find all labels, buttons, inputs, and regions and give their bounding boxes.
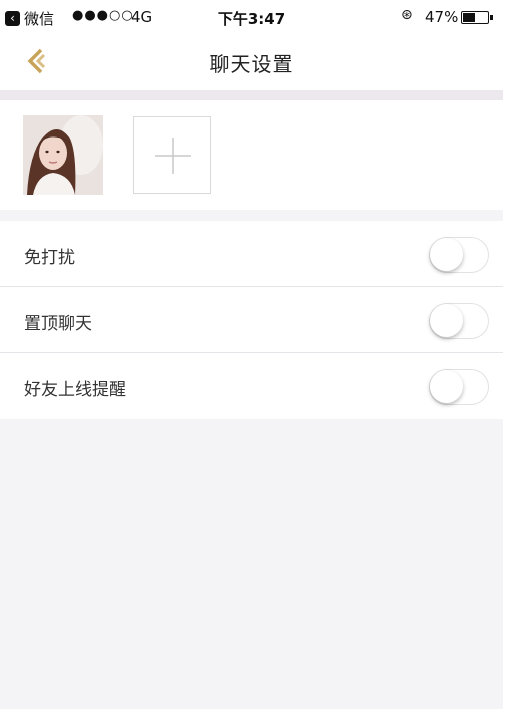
chat-members bbox=[0, 100, 503, 210]
nav-divider bbox=[0, 90, 503, 100]
setting-row-do-not-disturb: 免打扰 bbox=[0, 221, 503, 287]
do-not-disturb-toggle[interactable] bbox=[429, 237, 489, 273]
setting-row-pin-chat: 置顶聊天 bbox=[0, 287, 503, 353]
rotation-lock-icon: ⊛ bbox=[401, 7, 413, 23]
friend-online-alert-toggle[interactable] bbox=[429, 369, 489, 405]
nav-bar: 聊天设置 bbox=[0, 34, 503, 90]
battery-percent: 47% bbox=[425, 8, 459, 26]
battery-icon bbox=[461, 11, 493, 24]
screen: ‹ 微信 ●●●○○ 4G 下午3:47 ⊛ 47% 聊天设置 免打扰 置顶聊天… bbox=[0, 0, 503, 709]
setting-row-friend-online-alert: 好友上线提醒 bbox=[0, 353, 503, 419]
pin-chat-toggle[interactable] bbox=[429, 303, 489, 339]
plus-icon bbox=[155, 138, 191, 174]
battery-fill bbox=[463, 13, 476, 22]
settings-list: 免打扰 置顶聊天 好友上线提醒 bbox=[0, 221, 503, 419]
setting-label: 免打扰 bbox=[24, 248, 75, 268]
member-avatar[interactable] bbox=[23, 115, 103, 195]
setting-label: 好友上线提醒 bbox=[24, 380, 126, 400]
page-title: 聊天设置 bbox=[209, 52, 294, 76]
setting-label: 置顶聊天 bbox=[24, 314, 92, 334]
add-member-button[interactable] bbox=[133, 116, 211, 194]
status-bar: ‹ 微信 ●●●○○ 4G 下午3:47 ⊛ 47% bbox=[0, 0, 503, 34]
